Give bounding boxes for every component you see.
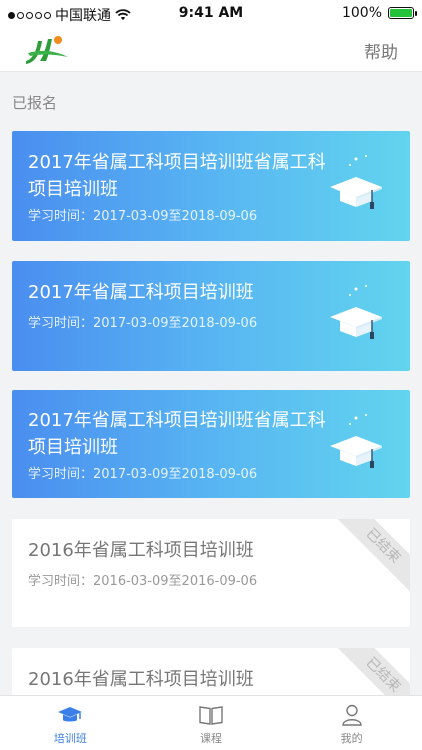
graduation-cap-icon bbox=[330, 155, 382, 209]
status-bar: 中国联通 9:41 AM 100% bbox=[0, 0, 422, 26]
course-title: 2017年省属工科项目培训班省属工科项目培训班 bbox=[28, 152, 326, 200]
help-button[interactable]: 帮助 bbox=[364, 38, 398, 63]
course-title: 2017年省属工科项目培训班 bbox=[28, 282, 254, 303]
app-logo bbox=[26, 36, 68, 64]
tab-label: 我的 bbox=[340, 732, 363, 745]
course-card[interactable]: 2017年省属工科项目培训班 学习时间：2017-03-09至2018-09-0… bbox=[12, 261, 410, 371]
course-date: 学习时间：2016-03-09至2016-09-06 bbox=[28, 574, 258, 589]
tab-bar: 培训班 课程 我的 bbox=[0, 695, 422, 750]
graduation-cap-icon bbox=[330, 285, 382, 339]
course-card-ended[interactable]: 2016年省属工科项目培训班 学习时间：2016-03-09至2016-09-0… bbox=[12, 519, 410, 627]
course-title: 2017年省属工科项目培训班省属工科项目培训班 bbox=[28, 410, 326, 458]
book-icon bbox=[199, 706, 223, 725]
tab-training[interactable]: 培训班 bbox=[0, 696, 141, 750]
ended-badge: 已结束 bbox=[334, 519, 410, 595]
graduation-cap-icon bbox=[58, 707, 83, 722]
course-title: 2016年省属工科项目培训班 bbox=[28, 669, 254, 690]
tab-courses[interactable]: 课程 bbox=[141, 696, 282, 750]
nav-bar: 帮助 bbox=[0, 26, 422, 72]
tab-label: 培训班 bbox=[53, 732, 87, 745]
course-card[interactable]: 2017年省属工科项目培训班省属工科项目培训班 学习时间：2017-03-09至… bbox=[12, 131, 410, 241]
battery-percentage: 100% bbox=[341, 5, 382, 21]
battery-icon bbox=[388, 7, 417, 19]
tab-profile[interactable]: 我的 bbox=[281, 696, 422, 750]
course-date: 学习时间：2017-03-09至2018-09-06 bbox=[28, 467, 258, 482]
graduation-cap-icon bbox=[330, 414, 382, 468]
user-icon bbox=[341, 704, 362, 726]
course-title: 2016年省属工科项目培训班 bbox=[28, 540, 254, 561]
tab-label: 课程 bbox=[200, 732, 222, 745]
section-title: 已报名 bbox=[12, 94, 58, 112]
course-card[interactable]: 2017年省属工科项目培训班省属工科项目培训班 学习时间：2017-03-09至… bbox=[12, 390, 410, 498]
course-date: 学习时间：2017-03-09至2018-09-06 bbox=[28, 209, 258, 224]
ended-badge: 已结束 bbox=[334, 648, 410, 695]
course-card-ended[interactable]: 2016年省属工科项目培训班 已结束 bbox=[12, 648, 410, 695]
course-date: 学习时间：2017-03-09至2018-09-06 bbox=[28, 316, 258, 331]
battery-info: 100% bbox=[341, 5, 417, 21]
